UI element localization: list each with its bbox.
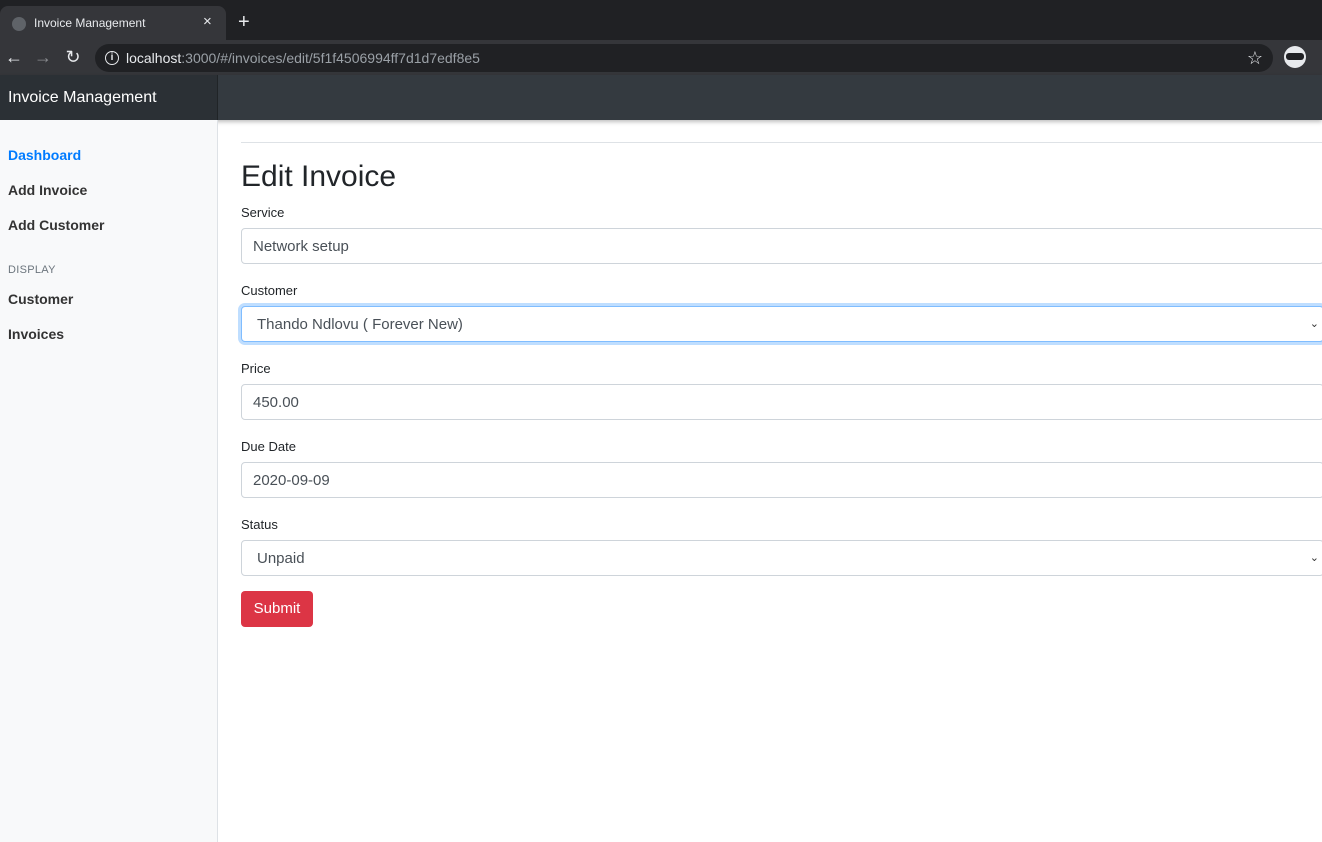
page-title: Edit Invoice [241,160,397,193]
profile-avatar[interactable] [1284,46,1306,68]
globe-icon [12,17,26,31]
tab-title: Invoice Management [34,16,146,30]
due-date-input[interactable]: 2020-09-09 [241,462,1322,498]
sidebar: Dashboard Add Invoice Add Customer DISPL… [0,120,218,842]
address-bar[interactable]: i localhost:3000/#/invoices/edit/5f1f450… [95,44,1273,72]
chevron-down-icon: ⌄ [1309,552,1319,564]
chevron-down-icon: ⌄ [1309,318,1319,330]
sidebar-item-add-customer[interactable]: Add Customer [8,217,104,233]
price-input[interactable]: 450.00 [241,384,1322,420]
sidebar-item-dashboard[interactable]: Dashboard [8,147,81,163]
url-host: localhost [126,50,182,66]
close-icon[interactable]: × [203,13,212,31]
forward-icon[interactable]: → [31,45,55,69]
browser-toolbar: ← → ↻ i localhost:3000/#/invoices/edit/5… [0,40,1322,75]
customer-select[interactable]: Thando Ndlovu ( Forever New) ⌄ [241,306,1322,342]
main-content: Edit Invoice Service Network setup Custo… [218,120,1322,842]
url-text[interactable]: localhost:3000/#/invoices/edit/5f1f45069… [126,50,480,66]
browser-tab-bar: Invoice Management × + [0,0,1322,40]
navbar-brand[interactable]: Invoice Management [0,75,218,120]
status-select[interactable]: Unpaid ⌄ [241,540,1322,576]
sidebar-heading-display: DISPLAY [8,264,56,276]
due-date-value: 2020-09-09 [253,472,330,489]
status-label: Status [241,517,278,532]
back-icon[interactable]: ← [2,45,26,69]
status-value: Unpaid [257,550,305,567]
customer-label: Customer [241,283,298,298]
bookmark-star-icon[interactable]: ☆ [1247,47,1263,69]
price-value: 450.00 [253,394,299,411]
submit-button[interactable]: Submit [241,591,313,627]
sidebar-item-add-invoice[interactable]: Add Invoice [8,182,87,198]
service-input[interactable]: Network setup [241,228,1322,264]
browser-tab[interactable]: Invoice Management × [0,6,226,40]
reload-icon[interactable]: ↻ [61,45,85,69]
divider [241,142,1322,143]
service-value: Network setup [253,238,349,255]
url-path: :3000/#/invoices/edit/5f1f4506994ff7d1d7… [181,50,480,66]
customer-value: Thando Ndlovu ( Forever New) [257,316,463,333]
price-label: Price [241,361,271,376]
sidebar-item-customer[interactable]: Customer [8,291,73,307]
info-icon[interactable]: i [105,51,119,65]
app: Invoice Management Dashboard Add Invoice… [0,75,1322,842]
sidebar-item-invoices[interactable]: Invoices [8,326,64,342]
new-tab-icon[interactable]: + [238,11,250,33]
service-label: Service [241,205,285,220]
due-date-label: Due Date [241,439,296,454]
top-navbar: Invoice Management [0,75,1322,120]
